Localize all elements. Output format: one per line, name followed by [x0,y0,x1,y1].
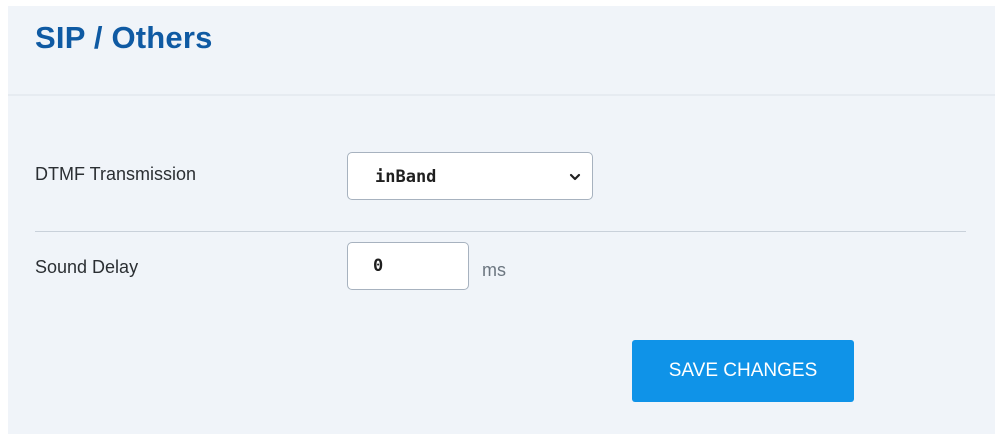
sound-delay-input[interactable] [347,242,469,290]
panel-header: SIP / Others [8,6,995,96]
page-title: SIP / Others [35,20,213,55]
sound-delay-label: Sound Delay [35,257,139,277]
settings-panel: SIP / Others DTMF Transmission inBand So… [8,6,995,434]
save-changes-button[interactable]: SAVE CHANGES [632,340,854,402]
dtmf-transmission-select[interactable]: inBand [347,152,593,200]
sound-delay-unit: ms [482,260,506,280]
row-divider [35,231,966,232]
dtmf-transmission-label: DTMF Transmission [35,164,197,184]
dtmf-transmission-selected-value: inBand [375,167,437,187]
chevron-down-icon [569,173,581,181]
